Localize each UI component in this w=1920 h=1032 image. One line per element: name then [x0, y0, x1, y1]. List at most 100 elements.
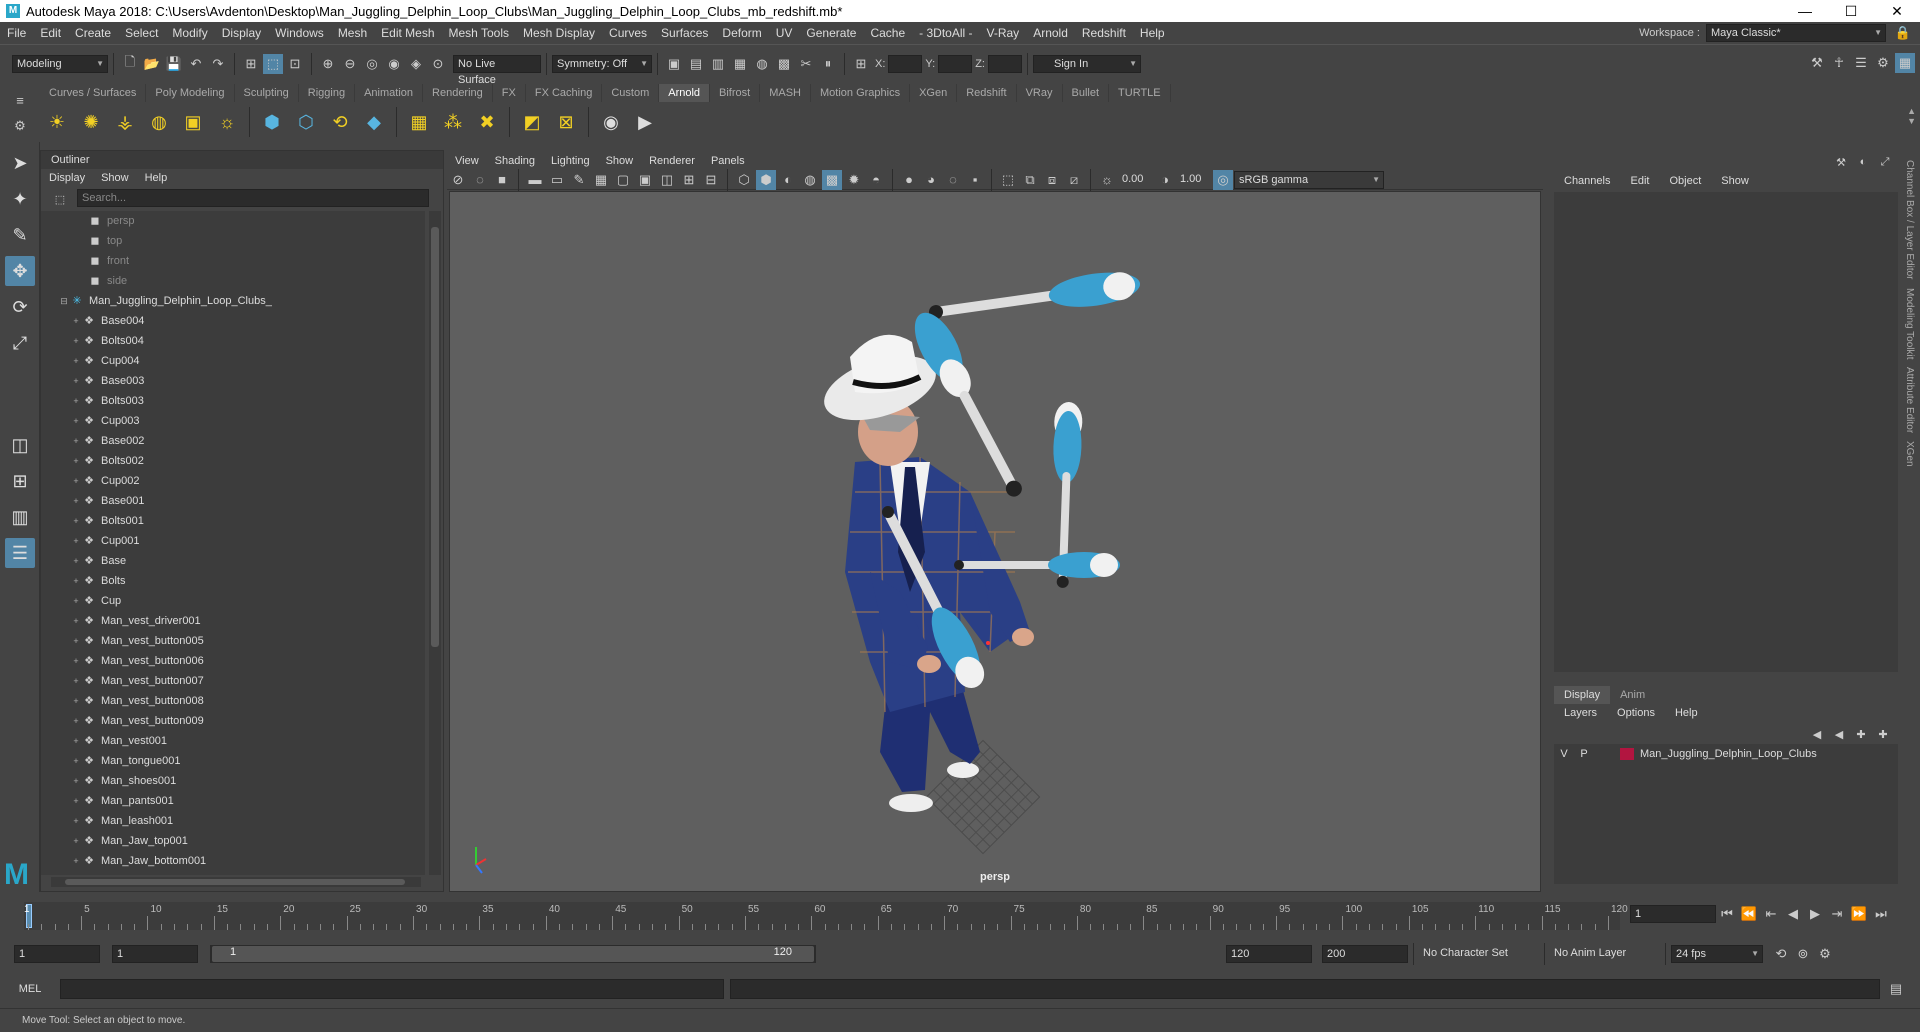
mode-select[interactable]: Modeling [12, 54, 108, 73]
shelf-tab-sculpting[interactable]: Sculpting [235, 84, 299, 102]
outliner-item[interactable]: + ❖ Base [41, 551, 425, 571]
expand-toggle-icon[interactable]: + [71, 311, 81, 331]
expand-toggle-icon[interactable]: + [71, 471, 81, 491]
time-ruler[interactable]: 1 5 10 15 20 25 30 35 40 45 50 55 60 65 70 75 80 85 90 95 1… [24, 902, 1628, 930]
shelf-tab-custom[interactable]: Custom [602, 84, 660, 102]
layer-color-swatch[interactable] [1620, 748, 1634, 760]
expand-toggle-icon[interactable]: + [71, 791, 81, 811]
viewport-canvas[interactable]: persp [449, 191, 1541, 892]
render-settings-icon[interactable]: ▦ [730, 54, 750, 74]
skydome-light-icon[interactable]: ◍ [145, 108, 173, 136]
outliner-item[interactable]: ◼ persp [41, 211, 425, 231]
shelf-settings-icon[interactable]: ⚙ [10, 116, 30, 136]
playback-end-field[interactable]: 120 [1226, 945, 1312, 963]
channel-box-icon[interactable]: ▦ [1895, 53, 1915, 73]
menu-edit-mesh[interactable]: Edit Mesh [374, 22, 441, 44]
step-back-frame-icon[interactable]: ⏪ [1739, 904, 1759, 924]
expand-toggle-icon[interactable]: + [71, 671, 81, 691]
wireframe-icon[interactable]: ⬡ [734, 170, 754, 190]
license-icon[interactable]: ◩ [518, 108, 546, 136]
menu-windows[interactable]: Windows [268, 22, 331, 44]
xray-components-icon[interactable]: ⧄ [1064, 170, 1084, 190]
wireframe-on-shaded-icon[interactable]: ◍ [800, 170, 820, 190]
z-field[interactable] [987, 54, 1022, 73]
maximize-button[interactable]: ☐ [1828, 0, 1874, 22]
outliner-item[interactable]: + ❖ Cup001 [41, 531, 425, 551]
menu-display[interactable]: Display [215, 22, 268, 44]
layer-tab-anim[interactable]: Anim [1610, 686, 1655, 704]
outliner-item[interactable]: + ❖ Bolts003 [41, 391, 425, 411]
shelf-tab-vray[interactable]: VRay [1017, 84, 1063, 102]
paint-select-tool-icon[interactable]: ✎ [5, 220, 35, 250]
loop-icon[interactable]: ⟲ [1771, 944, 1791, 964]
expand-toggle-icon[interactable]: + [71, 431, 81, 451]
expand-toggle-icon[interactable]: + [71, 591, 81, 611]
go-to-start-icon[interactable]: ⏮ [1717, 904, 1737, 924]
step-forward-frame-icon[interactable]: ⏩ [1849, 904, 1869, 924]
resolution-gate-icon[interactable]: ▣ [635, 170, 655, 190]
film-gate-icon[interactable]: ▢ [613, 170, 633, 190]
script-language-label[interactable]: MEL [0, 983, 60, 995]
side-tab-xgen[interactable]: XGen [1904, 441, 1915, 467]
shelf-tab-turtle[interactable]: TURTLE [1109, 84, 1171, 102]
shelf-tab-bullet[interactable]: Bullet [1063, 84, 1110, 102]
curve-collector-icon[interactable]: ⟲ [326, 108, 354, 136]
collapse-toggle-icon[interactable]: ⊟ [59, 291, 69, 311]
outliner-item[interactable]: + ❖ Man_vest_button007 [41, 671, 425, 691]
close-button[interactable]: ✕ [1874, 0, 1920, 22]
redshift-ipr-icon[interactable]: ✂ [796, 54, 816, 74]
channel-box-tool-icon[interactable]: ⚒ [1831, 152, 1851, 172]
outliner-item[interactable]: + ❖ Man_Jaw_bottom001 [41, 851, 425, 871]
layer-row[interactable]: V P Man_Juggling_Delphin_Loop_Clubs [1554, 744, 1898, 764]
shadows-icon[interactable]: ◓ [866, 170, 886, 190]
fps-select[interactable]: 24 fps [1671, 945, 1763, 963]
outliner-item[interactable]: + ❖ Base003 [41, 371, 425, 391]
outliner-layout-icon[interactable]: ☰ [5, 538, 35, 568]
menu-cache[interactable]: Cache [863, 22, 912, 44]
auto-key-icon[interactable]: ⊚ [1793, 944, 1813, 964]
snap-view-icon[interactable]: ◉ [384, 54, 404, 74]
outliner-item[interactable]: + ❖ Cup [41, 591, 425, 611]
redo-icon[interactable]: ↷ [208, 54, 228, 74]
viewport-menu-lighting[interactable]: Lighting [543, 152, 598, 170]
isolate-select-icon[interactable]: ⬚ [998, 170, 1018, 190]
outliner-menu-show[interactable]: Show [93, 169, 137, 187]
diagnostics-icon[interactable]: ⊠ [552, 108, 580, 136]
expand-toggle-icon[interactable]: + [71, 851, 81, 871]
channels-menu[interactable]: Channels [1554, 170, 1620, 192]
two-pane-layout-icon[interactable]: ▥ [5, 502, 35, 532]
shelf-tab-rigging[interactable]: Rigging [299, 84, 356, 102]
shelf-tab-rendering[interactable]: Rendering [423, 84, 493, 102]
expand-toggle-icon[interactable]: + [71, 771, 81, 791]
use-all-lights-icon[interactable]: ✹ [844, 170, 864, 190]
snap-pivot-icon[interactable]: ⊙ [428, 54, 448, 74]
xray-joints-icon[interactable]: ⧈ [1042, 170, 1062, 190]
xray-icon[interactable]: ⧉ [1020, 170, 1040, 190]
expand-toggle-icon[interactable]: + [71, 611, 81, 631]
use-default-material-icon[interactable]: ◐ [778, 170, 798, 190]
play-backwards-icon[interactable]: ◀ [1783, 904, 1803, 924]
expand-toggle-icon[interactable]: + [71, 651, 81, 671]
flush-cache-icon[interactable]: ▦ [405, 108, 433, 136]
go-to-end-icon[interactable]: ⏭ [1871, 904, 1891, 924]
new-layer-selected-icon[interactable]: ✚ [1873, 724, 1893, 744]
expand-toggle-icon[interactable]: + [71, 331, 81, 351]
texture-manager-icon[interactable]: ⁂ [439, 108, 467, 136]
anti-aliasing-icon[interactable]: ◌ [943, 170, 963, 190]
move-layer-up-icon[interactable]: ◀ [1807, 724, 1827, 744]
outliner-item[interactable]: + ❖ Man_leash001 [41, 811, 425, 831]
area-light-icon[interactable]: ☀ [43, 108, 71, 136]
new-layer-icon[interactable]: ✚ [1851, 724, 1871, 744]
expand-toggle-icon[interactable]: + [71, 631, 81, 651]
render-play-icon[interactable]: ▶ [631, 108, 659, 136]
outliner-item[interactable]: + ❖ Cup004 [41, 351, 425, 371]
hypershade-icon[interactable]: ◍ [752, 54, 772, 74]
new-scene-icon[interactable]: 🗋 [120, 54, 140, 74]
y-field[interactable] [938, 54, 973, 73]
four-pane-layout-icon[interactable]: ⊞ [5, 466, 35, 496]
tx-manager-icon[interactable]: ✖ [473, 108, 501, 136]
viewport-menu-panels[interactable]: Panels [703, 152, 753, 170]
select-hierarchy-icon[interactable]: ⊞ [241, 54, 261, 74]
current-frame-field[interactable]: 1 [1630, 905, 1716, 923]
expand-toggle-icon[interactable]: + [71, 831, 81, 851]
